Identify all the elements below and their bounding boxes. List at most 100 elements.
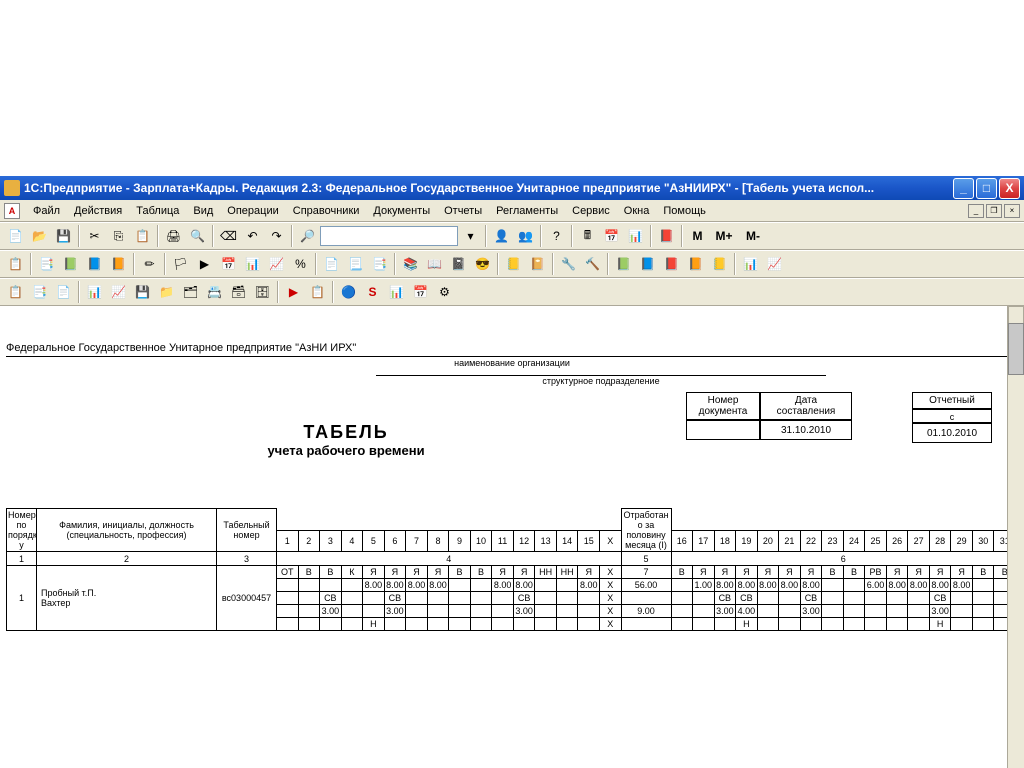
preview-icon[interactable]: 🔍 [186, 225, 209, 247]
tb2-25[interactable]: 📘 [636, 253, 659, 275]
chart-icon[interactable]: 📊 [624, 225, 647, 247]
menu-Файл[interactable]: Файл [26, 203, 67, 219]
menu-Действия[interactable]: Действия [67, 203, 129, 219]
tb2-30[interactable]: 📈 [763, 253, 786, 275]
person2-icon[interactable]: 👥 [514, 225, 537, 247]
toolbar-1: 📄 📂 💾 ✂ ⎘ 📋 🖨 🔍 ⌫ ↶ ↷ 🔎 ▾ 👤 👥 ? 🖩 📅 📊 📕 … [0, 222, 1024, 250]
tb2-17[interactable]: 📖 [423, 253, 446, 275]
close-button[interactable]: X [999, 178, 1020, 199]
tb3-4[interactable]: 📊 [83, 281, 106, 303]
tb3-14[interactable]: 🔵 [337, 281, 360, 303]
app-icon [4, 180, 20, 196]
new-icon[interactable]: 📄 [4, 225, 27, 247]
tb3-13[interactable]: 📋 [306, 281, 329, 303]
tb2-9[interactable]: 📅 [217, 253, 240, 275]
tb2-10[interactable]: 📊 [241, 253, 264, 275]
open-icon[interactable]: 📂 [28, 225, 51, 247]
tb2-29[interactable]: 📊 [739, 253, 762, 275]
undo-icon[interactable]: ↶ [241, 225, 264, 247]
tb3-1[interactable]: 📋 [4, 281, 27, 303]
tb3-10[interactable]: 🗃 [227, 281, 250, 303]
book-icon[interactable]: 📕 [655, 225, 678, 247]
help-icon[interactable]: ? [545, 225, 568, 247]
tb2-3[interactable]: 📗 [59, 253, 82, 275]
tb3-15[interactable]: S [361, 281, 384, 303]
tb2-22[interactable]: 🔧 [557, 253, 580, 275]
tb2-13[interactable]: 📄 [320, 253, 343, 275]
tb2-7[interactable]: 🏳 [169, 253, 192, 275]
tb3-6[interactable]: 💾 [131, 281, 154, 303]
menu-Справочники[interactable]: Справочники [286, 203, 367, 219]
num-doc-value [686, 420, 760, 440]
menu-Сервис[interactable]: Сервис [565, 203, 617, 219]
calendar-icon[interactable]: 📅 [600, 225, 623, 247]
vertical-scrollbar[interactable] [1007, 306, 1024, 768]
mminus-button[interactable]: M- [739, 225, 767, 247]
find-icon[interactable]: 🔎 [296, 225, 319, 247]
tb2-18[interactable]: 📓 [447, 253, 470, 275]
cut-icon[interactable]: ✂ [83, 225, 106, 247]
tb2-24[interactable]: 📗 [612, 253, 635, 275]
tb2-21[interactable]: 📔 [526, 253, 549, 275]
tb2-5[interactable]: 📙 [107, 253, 130, 275]
tb3-16[interactable]: 📊 [385, 281, 408, 303]
save-icon[interactable]: 💾 [52, 225, 75, 247]
menu-Операции[interactable]: Операции [220, 203, 285, 219]
menu-Отчеты[interactable]: Отчеты [437, 203, 489, 219]
tb3-9[interactable]: 📇 [203, 281, 226, 303]
menu-Вид[interactable]: Вид [186, 203, 220, 219]
tb2-26[interactable]: 📕 [660, 253, 683, 275]
tb3-17[interactable]: 📅 [409, 281, 432, 303]
m-button[interactable]: M [686, 225, 709, 247]
th-fio: Фамилия, инициалы, должность (специально… [37, 509, 217, 552]
calc-icon[interactable]: 🖩 [576, 225, 599, 247]
tb2-2[interactable]: 📑 [35, 253, 58, 275]
tb3-7[interactable]: 📁 [155, 281, 178, 303]
doc-subtitle: учета рабочего времени [6, 443, 686, 458]
minimize-button[interactable]: _ [953, 178, 974, 199]
mdi-minimize[interactable]: _ [968, 204, 984, 218]
search-input[interactable] [320, 226, 458, 246]
tb2-6[interactable]: ✏ [138, 253, 161, 275]
print-icon[interactable]: 🖨 [162, 225, 185, 247]
tb2-15[interactable]: 📑 [368, 253, 391, 275]
tb3-11[interactable]: 🗄 [251, 281, 274, 303]
tb3-5[interactable]: 📈 [107, 281, 130, 303]
tb2-23[interactable]: 🔨 [581, 253, 604, 275]
menu-Регламенты[interactable]: Регламенты [489, 203, 565, 219]
titlebar: 1С:Предприятие - Зарплата+Кадры. Редакци… [0, 176, 1024, 200]
maximize-button[interactable]: □ [976, 178, 997, 199]
tb2-20[interactable]: 📒 [502, 253, 525, 275]
person1-icon[interactable]: 👤 [490, 225, 513, 247]
tb2-12[interactable]: % [289, 253, 312, 275]
menubar: А ФайлДействияТаблицаВидОперацииСправочн… [0, 200, 1024, 222]
tb2-28[interactable]: 📒 [708, 253, 731, 275]
menu-Документы[interactable]: Документы [366, 203, 437, 219]
th-half: Отработан о за половину месяца (I) [621, 509, 671, 552]
tb2-11[interactable]: 📈 [265, 253, 288, 275]
menu-Таблица[interactable]: Таблица [129, 203, 186, 219]
tb2-19[interactable]: 😎 [471, 253, 494, 275]
tb2-1[interactable]: 📋 [4, 253, 27, 275]
redo-icon[interactable]: ↷ [265, 225, 288, 247]
delete-icon[interactable]: ⌫ [217, 225, 240, 247]
tb3-18[interactable]: ⚙ [433, 281, 456, 303]
mdi-close[interactable]: × [1004, 204, 1020, 218]
mplus-button[interactable]: M+ [710, 225, 738, 247]
dropdown-icon[interactable]: ▾ [459, 225, 482, 247]
menu-Окна[interactable]: Окна [617, 203, 657, 219]
tb2-8[interactable]: ▶ [193, 253, 216, 275]
paste-icon[interactable]: 📋 [131, 225, 154, 247]
copy-icon[interactable]: ⎘ [107, 225, 130, 247]
tb2-4[interactable]: 📘 [83, 253, 106, 275]
tb3-12[interactable]: ▶ [282, 281, 305, 303]
tb3-2[interactable]: 📑 [28, 281, 51, 303]
menu-Помощь[interactable]: Помощь [656, 203, 713, 219]
tb2-27[interactable]: 📙 [684, 253, 707, 275]
tb2-14[interactable]: 📃 [344, 253, 367, 275]
tb3-8[interactable]: 🗂 [179, 281, 202, 303]
window-title: 1С:Предприятие - Зарплата+Кадры. Редакци… [24, 181, 953, 195]
tb2-16[interactable]: 📚 [399, 253, 422, 275]
tb3-3[interactable]: 📄 [52, 281, 75, 303]
mdi-restore[interactable]: ❐ [986, 204, 1002, 218]
